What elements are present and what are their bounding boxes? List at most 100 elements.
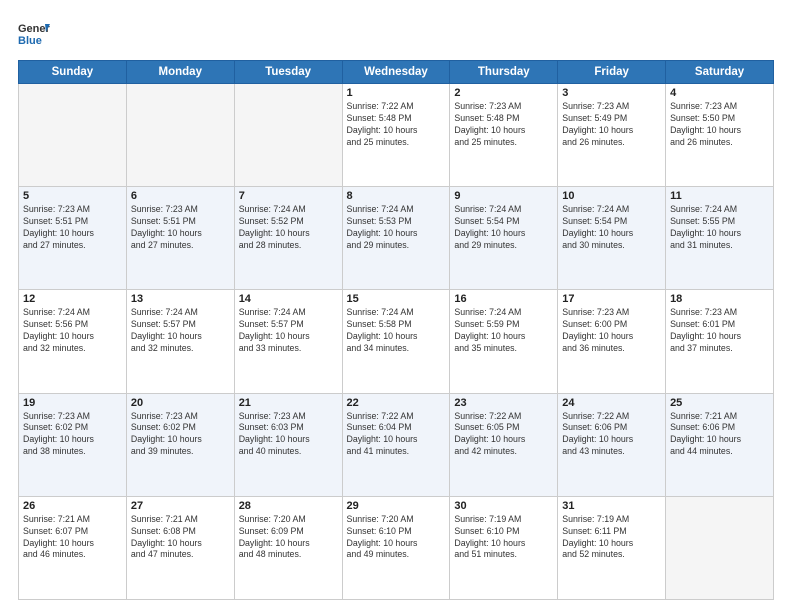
calendar-week-row: 26 Sunrise: 7:21 AMSunset: 6:07 PMDayligh… (19, 496, 774, 599)
day-info: Sunrise: 7:23 AMSunset: 5:48 PMDaylight:… (454, 101, 553, 149)
calendar-day-cell: 25 Sunrise: 7:21 AMSunset: 6:06 PMDayligh… (666, 393, 774, 496)
day-number: 8 (347, 190, 446, 202)
calendar-week-row: 19 Sunrise: 7:23 AMSunset: 6:02 PMDayligh… (19, 393, 774, 496)
day-info: Sunrise: 7:22 AMSunset: 5:48 PMDaylight:… (347, 101, 446, 149)
calendar-week-row: 5 Sunrise: 7:23 AMSunset: 5:51 PMDaylight… (19, 187, 774, 290)
day-number: 11 (670, 190, 769, 202)
day-info: Sunrise: 7:22 AMSunset: 6:05 PMDaylight:… (454, 411, 553, 459)
calendar-day-cell: 18Sunrise: 7:23 AMSunset: 6:01 PMDayligh… (666, 290, 774, 393)
calendar-day-cell: 3 Sunrise: 7:23 AMSunset: 5:49 PMDaylight… (558, 84, 666, 187)
calendar-day-cell: 13 Sunrise: 7:24 AMSunset: 5:57 PMDayligh… (126, 290, 234, 393)
day-info: Sunrise: 7:24 AMSunset: 5:54 PMDaylight:… (562, 204, 661, 252)
day-info: Sunrise: 7:24 AMSunset: 5:57 PMDaylight:… (239, 307, 338, 355)
calendar-page: General Blue SundayMondayTuesdayWednesda… (0, 0, 792, 612)
calendar-day-cell: 21 Sunrise: 7:23 AMSunset: 6:03 PMDayligh… (234, 393, 342, 496)
day-number: 12 (23, 293, 122, 305)
calendar-day-cell (126, 84, 234, 187)
calendar-day-cell: 17Sunrise: 7:23 AMSunset: 6:00 PMDayligh… (558, 290, 666, 393)
day-number: 20 (131, 397, 230, 409)
header: General Blue (18, 18, 774, 50)
calendar-day-cell: 16 Sunrise: 7:24 AMSunset: 5:59 PMDayligh… (450, 290, 558, 393)
day-info: Sunrise: 7:23 AMSunset: 6:02 PMDaylight:… (23, 411, 122, 459)
day-number: 26 (23, 500, 122, 512)
day-number: 23 (454, 397, 553, 409)
weekday-header-saturday: Saturday (666, 61, 774, 84)
day-number: 19 (23, 397, 122, 409)
day-info: Sunrise: 7:23 AMSunset: 5:49 PMDaylight:… (562, 101, 661, 149)
calendar-day-cell: 19 Sunrise: 7:23 AMSunset: 6:02 PMDayligh… (19, 393, 127, 496)
calendar-day-cell: 12 Sunrise: 7:24 AMSunset: 5:56 PMDayligh… (19, 290, 127, 393)
calendar-day-cell: 28 Sunrise: 7:20 AMSunset: 6:09 PMDayligh… (234, 496, 342, 599)
weekday-header-monday: Monday (126, 61, 234, 84)
svg-text:Blue: Blue (18, 35, 42, 47)
day-number: 3 (562, 87, 661, 99)
calendar-day-cell: 5 Sunrise: 7:23 AMSunset: 5:51 PMDaylight… (19, 187, 127, 290)
day-number: 21 (239, 397, 338, 409)
day-number: 22 (347, 397, 446, 409)
day-number: 14 (239, 293, 338, 305)
day-info: Sunrise: 7:22 AMSunset: 6:06 PMDaylight:… (562, 411, 661, 459)
day-number: 6 (131, 190, 230, 202)
day-number: 10 (562, 190, 661, 202)
day-info: Sunrise: 7:24 AMSunset: 5:55 PMDaylight:… (670, 204, 769, 252)
day-info: Sunrise: 7:23 AMSunset: 5:51 PMDaylight:… (131, 204, 230, 252)
day-info: Sunrise: 7:24 AMSunset: 5:53 PMDaylight:… (347, 204, 446, 252)
day-info: Sunrise: 7:24 AMSunset: 5:54 PMDaylight:… (454, 204, 553, 252)
calendar-day-cell (19, 84, 127, 187)
day-number: 28 (239, 500, 338, 512)
calendar-day-cell (666, 496, 774, 599)
calendar-day-cell: 27Sunrise: 7:21 AMSunset: 6:08 PMDayligh… (126, 496, 234, 599)
day-info: Sunrise: 7:23 AMSunset: 5:51 PMDaylight:… (23, 204, 122, 252)
day-info: Sunrise: 7:21 AMSunset: 6:07 PMDaylight:… (23, 514, 122, 562)
weekday-header-tuesday: Tuesday (234, 61, 342, 84)
calendar-day-cell: 1 Sunrise: 7:22 AMSunset: 5:48 PMDaylight… (342, 84, 450, 187)
calendar-day-cell: 4 Sunrise: 7:23 AMSunset: 5:50 PMDaylight… (666, 84, 774, 187)
day-info: Sunrise: 7:23 AMSunset: 6:03 PMDaylight:… (239, 411, 338, 459)
weekday-header-sunday: Sunday (19, 61, 127, 84)
day-number: 13 (131, 293, 230, 305)
calendar-week-row: 12 Sunrise: 7:24 AMSunset: 5:56 PMDayligh… (19, 290, 774, 393)
calendar-day-cell: 10 Sunrise: 7:24 AMSunset: 5:54 PMDayligh… (558, 187, 666, 290)
day-info: Sunrise: 7:20 AMSunset: 6:10 PMDaylight:… (347, 514, 446, 562)
day-number: 2 (454, 87, 553, 99)
day-info: Sunrise: 7:23 AMSunset: 6:02 PMDaylight:… (131, 411, 230, 459)
calendar-day-cell: 23 Sunrise: 7:22 AMSunset: 6:05 PMDayligh… (450, 393, 558, 496)
day-number: 25 (670, 397, 769, 409)
calendar-day-cell: 29 Sunrise: 7:20 AMSunset: 6:10 PMDayligh… (342, 496, 450, 599)
logo: General Blue (18, 18, 50, 50)
day-number: 9 (454, 190, 553, 202)
day-number: 31 (562, 500, 661, 512)
logo-graphic-icon: General Blue (18, 18, 50, 50)
calendar-day-cell: 7Sunrise: 7:24 AMSunset: 5:52 PMDaylight… (234, 187, 342, 290)
weekday-header-friday: Friday (558, 61, 666, 84)
day-number: 16 (454, 293, 553, 305)
calendar-week-row: 1 Sunrise: 7:22 AMSunset: 5:48 PMDaylight… (19, 84, 774, 187)
calendar-day-cell: 24Sunrise: 7:22 AMSunset: 6:06 PMDayligh… (558, 393, 666, 496)
day-info: Sunrise: 7:24 AMSunset: 5:56 PMDaylight:… (23, 307, 122, 355)
calendar-day-cell (234, 84, 342, 187)
calendar-day-cell: 9 Sunrise: 7:24 AMSunset: 5:54 PMDaylight… (450, 187, 558, 290)
day-number: 27 (131, 500, 230, 512)
weekday-header-wednesday: Wednesday (342, 61, 450, 84)
day-number: 29 (347, 500, 446, 512)
day-number: 15 (347, 293, 446, 305)
calendar-day-cell: 30Sunrise: 7:19 AMSunset: 6:10 PMDayligh… (450, 496, 558, 599)
calendar-day-cell: 14 Sunrise: 7:24 AMSunset: 5:57 PMDayligh… (234, 290, 342, 393)
day-info: Sunrise: 7:24 AMSunset: 5:57 PMDaylight:… (131, 307, 230, 355)
calendar-day-cell: 26 Sunrise: 7:21 AMSunset: 6:07 PMDayligh… (19, 496, 127, 599)
calendar-day-cell: 6 Sunrise: 7:23 AMSunset: 5:51 PMDaylight… (126, 187, 234, 290)
day-number: 7 (239, 190, 338, 202)
calendar-day-cell: 22Sunrise: 7:22 AMSunset: 6:04 PMDayligh… (342, 393, 450, 496)
calendar-table: SundayMondayTuesdayWednesdayThursdayFrid… (18, 60, 774, 600)
day-info: Sunrise: 7:19 AMSunset: 6:10 PMDaylight:… (454, 514, 553, 562)
day-number: 1 (347, 87, 446, 99)
day-info: Sunrise: 7:23 AMSunset: 5:50 PMDaylight:… (670, 101, 769, 149)
calendar-day-cell: 31Sunrise: 7:19 AMSunset: 6:11 PMDayligh… (558, 496, 666, 599)
day-number: 4 (670, 87, 769, 99)
day-info: Sunrise: 7:24 AMSunset: 5:59 PMDaylight:… (454, 307, 553, 355)
day-info: Sunrise: 7:20 AMSunset: 6:09 PMDaylight:… (239, 514, 338, 562)
day-info: Sunrise: 7:21 AMSunset: 6:06 PMDaylight:… (670, 411, 769, 459)
day-number: 5 (23, 190, 122, 202)
day-info: Sunrise: 7:24 AMSunset: 5:58 PMDaylight:… (347, 307, 446, 355)
calendar-day-cell: 8 Sunrise: 7:24 AMSunset: 5:53 PMDaylight… (342, 187, 450, 290)
